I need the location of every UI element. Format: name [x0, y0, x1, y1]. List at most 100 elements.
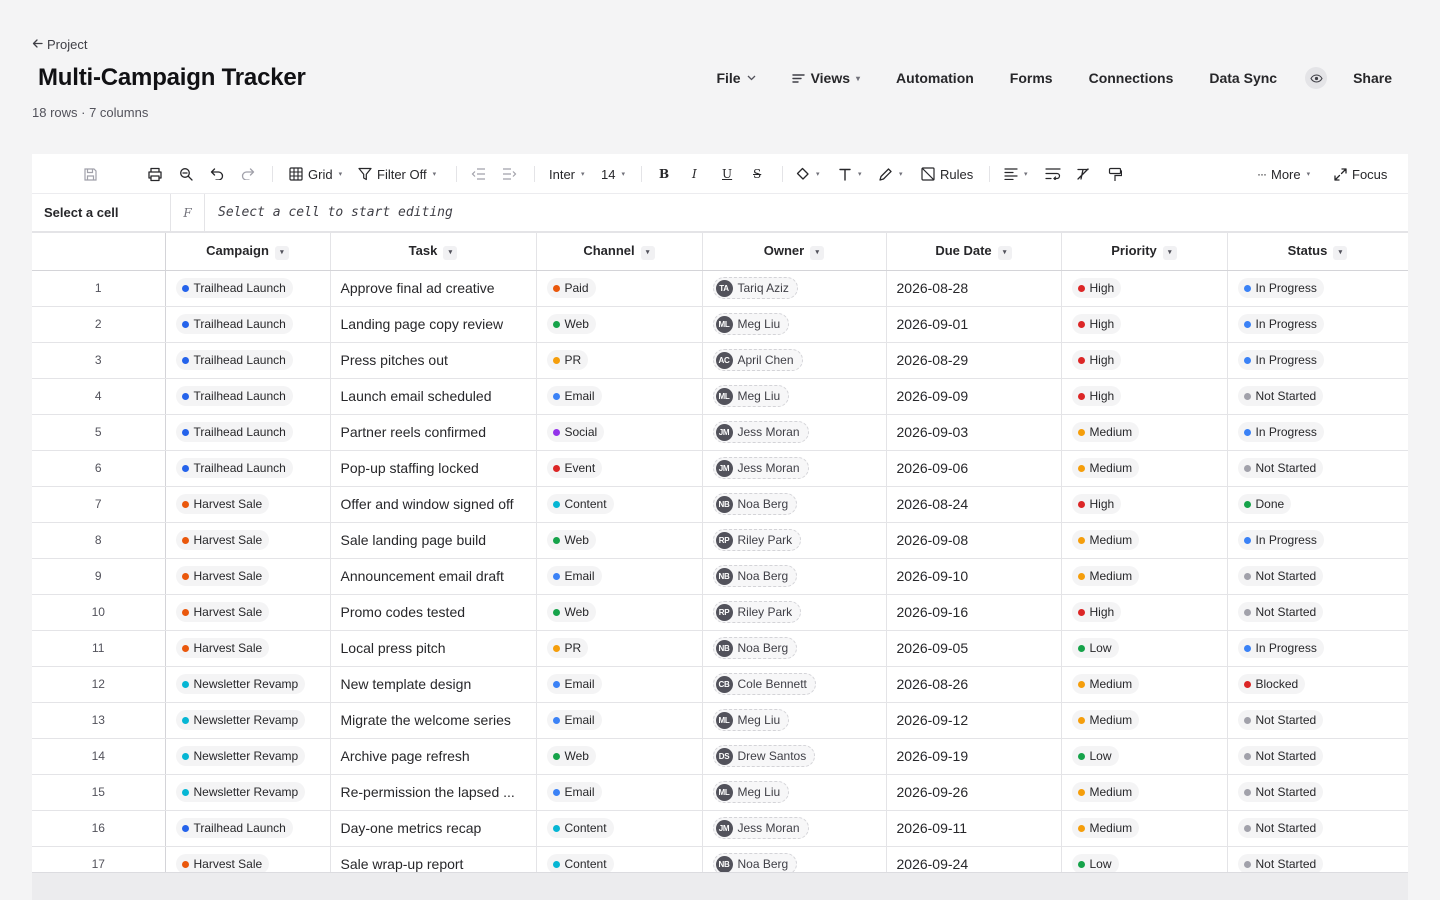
campaign-cell[interactable]: Trailhead Launch [165, 306, 331, 343]
owner-cell[interactable]: RP Riley Park [702, 522, 887, 559]
status-cell[interactable]: Not Started [1227, 558, 1408, 595]
due-date-cell[interactable]: 2026-09-08 [886, 522, 1062, 559]
status-cell[interactable]: Blocked [1227, 666, 1408, 703]
channel-cell[interactable]: Paid [536, 270, 703, 307]
row-number[interactable]: 15 [32, 774, 166, 811]
priority-cell[interactable]: High [1061, 270, 1228, 307]
column-header[interactable]: Channel ▾ [536, 233, 703, 271]
task-cell[interactable]: Local press pitch [330, 630, 537, 667]
due-date-cell[interactable]: 2026-09-12 [886, 702, 1062, 739]
row-number[interactable]: 7 [32, 486, 166, 523]
owner-cell[interactable]: NB Noa Berg [702, 846, 887, 872]
focus-button[interactable]: Focus [1334, 154, 1387, 194]
campaign-cell[interactable]: Newsletter Revamp [165, 702, 331, 739]
channel-cell[interactable]: Content [536, 810, 703, 847]
owner-cell[interactable]: JM Jess Moran [702, 450, 887, 487]
task-cell[interactable]: New template design [330, 666, 537, 703]
save-icon[interactable] [83, 154, 98, 194]
owner-cell[interactable]: RP Riley Park [702, 594, 887, 631]
status-cell[interactable]: Not Started [1227, 774, 1408, 811]
owner-cell[interactable]: NB Noa Berg [702, 486, 887, 523]
row-number[interactable]: 8 [32, 522, 166, 559]
column-menu-icon[interactable]: ▾ [640, 245, 655, 260]
campaign-cell[interactable]: Trailhead Launch [165, 342, 331, 379]
status-cell[interactable]: Not Started [1227, 594, 1408, 631]
priority-cell[interactable]: Medium [1061, 774, 1228, 811]
campaign-cell[interactable]: Newsletter Revamp [165, 738, 331, 775]
column-header[interactable]: Priority ▾ [1061, 233, 1228, 271]
status-cell[interactable]: In Progress [1227, 270, 1408, 307]
fill-color-button[interactable]: ▾ [796, 154, 820, 194]
priority-cell[interactable]: Medium [1061, 810, 1228, 847]
channel-cell[interactable]: Email [536, 702, 703, 739]
channel-cell[interactable]: Email [536, 558, 703, 595]
task-cell[interactable]: Approve final ad creative [330, 270, 537, 307]
due-date-cell[interactable]: 2026-08-24 [886, 486, 1062, 523]
redo-icon[interactable] [241, 154, 255, 194]
channel-cell[interactable]: Content [536, 846, 703, 872]
automation-button[interactable]: Automation [896, 70, 974, 86]
font-size-select[interactable]: 14 ▾ [601, 154, 625, 194]
paint-format-icon[interactable] [1108, 154, 1122, 194]
due-date-cell[interactable]: 2026-08-29 [886, 342, 1062, 379]
campaign-cell[interactable]: Harvest Sale [165, 522, 331, 559]
row-number[interactable]: 10 [32, 594, 166, 631]
channel-cell[interactable]: Email [536, 774, 703, 811]
forms-button[interactable]: Forms [1010, 70, 1053, 86]
column-menu-icon[interactable]: ▾ [443, 245, 458, 260]
print-icon[interactable] [147, 154, 163, 194]
channel-cell[interactable]: Web [536, 522, 703, 559]
status-cell[interactable]: Not Started [1227, 738, 1408, 775]
due-date-cell[interactable]: 2026-09-03 [886, 414, 1062, 451]
column-menu-icon[interactable]: ▾ [274, 245, 289, 260]
wrap-text-icon[interactable] [1045, 154, 1061, 194]
task-cell[interactable]: Day-one metrics recap [330, 810, 537, 847]
priority-cell[interactable]: Low [1061, 846, 1228, 872]
bold-icon[interactable]: B [659, 154, 669, 194]
share-button[interactable]: Share [1353, 70, 1392, 86]
task-cell[interactable]: Sale wrap-up report [330, 846, 537, 872]
row-number[interactable]: 16 [32, 810, 166, 847]
owner-cell[interactable]: JM Jess Moran [702, 414, 887, 451]
status-cell[interactable]: Not Started [1227, 702, 1408, 739]
clear-format-icon[interactable] [1076, 154, 1091, 194]
row-number[interactable]: 3 [32, 342, 166, 379]
channel-cell[interactable]: Event [536, 450, 703, 487]
column-header[interactable]: Campaign ▾ [165, 233, 331, 271]
task-cell[interactable]: Migrate the welcome series [330, 702, 537, 739]
status-cell[interactable]: In Progress [1227, 414, 1408, 451]
strikethrough-icon[interactable]: S [753, 154, 761, 194]
task-cell[interactable]: Archive page refresh [330, 738, 537, 775]
owner-cell[interactable]: ML Meg Liu [702, 378, 887, 415]
data-sync-button[interactable]: Data Sync [1209, 70, 1277, 86]
task-cell[interactable]: Press pitches out [330, 342, 537, 379]
priority-cell[interactable]: High [1061, 306, 1228, 343]
underline-icon[interactable]: U [722, 154, 732, 194]
column-menu-icon[interactable]: ▾ [1162, 245, 1177, 260]
row-number[interactable]: 2 [32, 306, 166, 343]
campaign-cell[interactable]: Trailhead Launch [165, 378, 331, 415]
channel-cell[interactable]: Social [536, 414, 703, 451]
channel-cell[interactable]: Web [536, 306, 703, 343]
channel-cell[interactable]: PR [536, 630, 703, 667]
due-date-cell[interactable]: 2026-09-19 [886, 738, 1062, 775]
row-number[interactable]: 1 [32, 270, 166, 307]
task-cell[interactable]: Re-permission the lapsed ... [330, 774, 537, 811]
status-cell[interactable]: Done [1227, 486, 1408, 523]
owner-cell[interactable]: AC April Chen [702, 342, 887, 379]
campaign-cell[interactable]: Harvest Sale [165, 486, 331, 523]
grid-view-button[interactable]: Grid ▾ [289, 154, 342, 194]
select-all-corner[interactable] [32, 233, 166, 271]
column-header[interactable]: Task ▾ [330, 233, 537, 271]
status-cell[interactable]: In Progress [1227, 306, 1408, 343]
campaign-cell[interactable]: Trailhead Launch [165, 270, 331, 307]
channel-cell[interactable]: Email [536, 378, 703, 415]
align-button[interactable]: ▾ [1004, 154, 1028, 194]
campaign-cell[interactable]: Harvest Sale [165, 630, 331, 667]
channel-cell[interactable]: Email [536, 666, 703, 703]
priority-cell[interactable]: Medium [1061, 414, 1228, 451]
more-button[interactable]: ··· More ▾ [1257, 154, 1310, 194]
column-menu-icon[interactable]: ▾ [1333, 245, 1348, 260]
priority-cell[interactable]: High [1061, 342, 1228, 379]
row-number[interactable]: 17 [32, 846, 166, 872]
